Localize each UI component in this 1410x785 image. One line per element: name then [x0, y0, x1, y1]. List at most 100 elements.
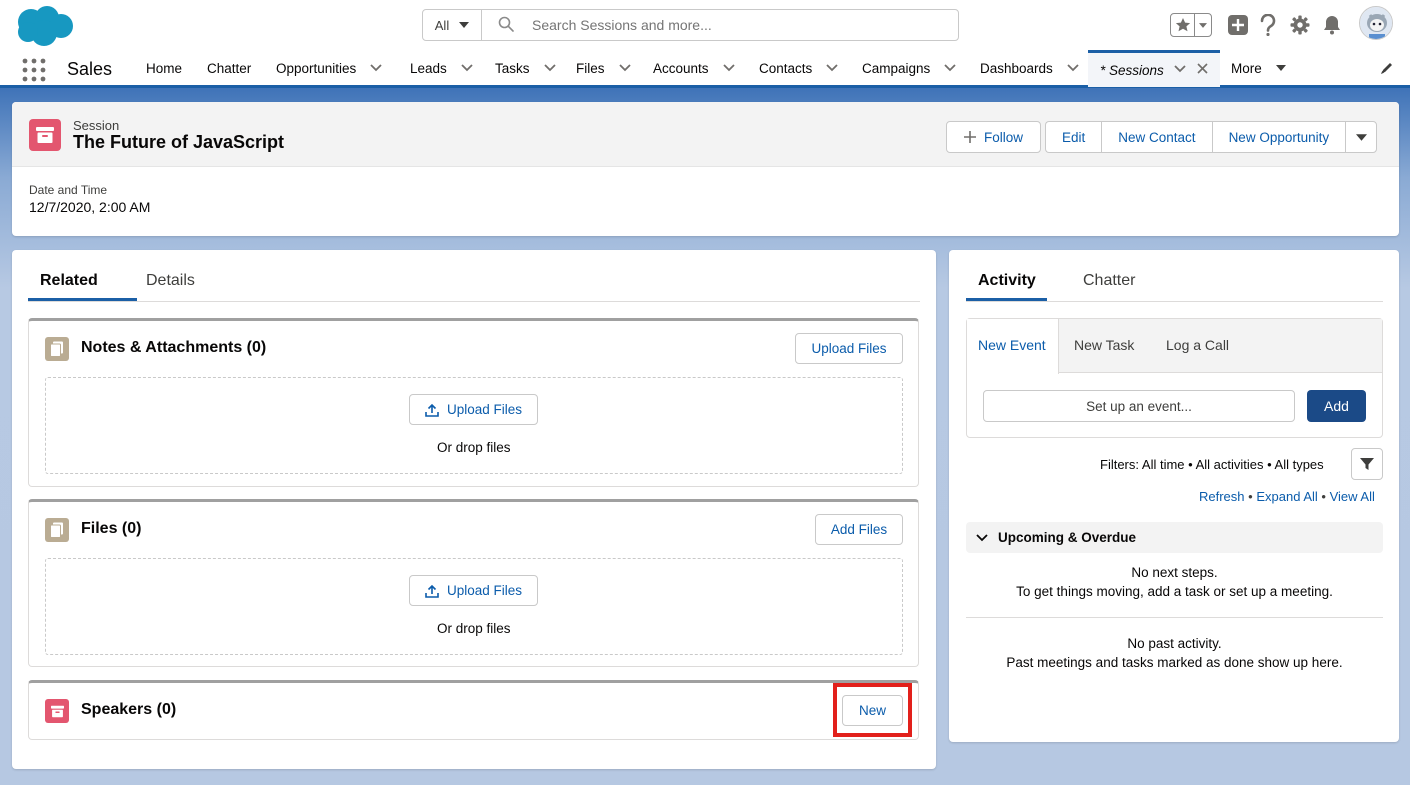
record-actions-group: Edit New Contact New Opportunity [1045, 121, 1378, 153]
no-next-steps-hint: To get things moving, add a task or set … [1016, 584, 1333, 599]
nav-item-tasks[interactable]: Tasks [495, 50, 556, 86]
chevron-down-icon[interactable] [370, 64, 382, 72]
no-past-activity-hint: Past meetings and tasks marked as done s… [1006, 655, 1343, 670]
chevron-down-icon [976, 533, 988, 541]
star-icon[interactable] [1171, 14, 1195, 36]
composer-tab-log-call[interactable]: Log a Call [1166, 337, 1229, 353]
files-title: Files (0) [81, 520, 142, 537]
global-create-icon[interactable] [1226, 13, 1250, 37]
composer-tab-new-event[interactable]: New Event [978, 337, 1046, 353]
event-subject-input[interactable]: Set up an event... [983, 390, 1295, 422]
nav-item-label: Tasks [495, 60, 530, 76]
upload-icon [425, 403, 439, 417]
nav-item-files[interactable]: Files [576, 50, 631, 86]
filter-button[interactable] [1351, 448, 1383, 480]
nav-item-label: Opportunities [276, 60, 357, 76]
search-input[interactable] [482, 10, 958, 40]
nav-item-label: Chatter [207, 60, 252, 76]
nav-item-label: Dashboards [980, 60, 1053, 76]
notes-icon [45, 337, 69, 361]
speakers-icon [45, 699, 69, 723]
plus-icon [963, 131, 976, 143]
speakers-title: Speakers (0) [81, 701, 177, 718]
activity-divider [966, 617, 1383, 618]
new-contact-button[interactable]: New Contact [1101, 121, 1212, 153]
search-icon [498, 16, 514, 32]
upcoming-overdue-section[interactable]: Upcoming & Overdue [966, 522, 1383, 553]
new-opportunity-button[interactable]: New Opportunity [1211, 121, 1346, 153]
nav-item-label: Campaigns [862, 60, 931, 76]
follow-label: Follow [983, 129, 1023, 145]
activity-links: Refresh • Expand All • View All [1199, 489, 1375, 504]
date-time-value: 12/7/2020, 2:00 AM [29, 199, 151, 215]
no-past-activity-text: No past activity. [1127, 636, 1222, 651]
chevron-down-icon[interactable] [1174, 65, 1186, 73]
upload-files-button[interactable]: Upload Files [409, 575, 538, 606]
nav-item-label: Files [576, 60, 605, 76]
drop-files-text: Or drop files [437, 440, 511, 455]
chevron-down-icon[interactable] [722, 64, 735, 72]
chevron-down-icon[interactable] [944, 64, 956, 72]
help-icon[interactable] [1256, 13, 1280, 37]
edit-button[interactable]: Edit [1045, 121, 1102, 153]
link-separator: • [1321, 489, 1330, 504]
setup-gear-icon[interactable] [1288, 13, 1312, 37]
tab-activity[interactable]: Activity [978, 272, 1036, 290]
user-avatar[interactable] [1359, 6, 1393, 40]
close-tab-icon[interactable] [1197, 63, 1208, 74]
nav-item-dashboards[interactable]: Dashboards [980, 50, 1079, 86]
refresh-link[interactable]: Refresh [1199, 489, 1245, 504]
tabs-divider [966, 301, 1383, 302]
nav-item-contacts[interactable]: Contacts [759, 50, 838, 86]
salesforce-logo[interactable] [14, 5, 74, 47]
notifications-bell-icon[interactable] [1320, 13, 1344, 37]
notes-dropzone[interactable] [45, 377, 903, 474]
chevron-down-icon[interactable] [1067, 64, 1079, 72]
date-time-label: Date and Time [29, 183, 108, 197]
chevron-down-icon[interactable] [461, 64, 473, 72]
follow-button[interactable]: Follow [946, 121, 1041, 153]
nav-item-leads[interactable]: Leads [410, 50, 473, 86]
files-dropzone[interactable] [45, 558, 903, 655]
edit-nav-pencil-icon[interactable] [1380, 61, 1394, 75]
nav-item-label: Contacts [759, 60, 813, 76]
upload-icon [425, 584, 439, 598]
activity-filters-text: Filters: All time • All activities • All… [1100, 457, 1324, 472]
more-actions-button[interactable] [1345, 121, 1378, 153]
favorites-button-group[interactable] [1170, 13, 1212, 37]
view-all-link[interactable]: View All [1330, 489, 1375, 504]
nav-item-accounts[interactable]: Accounts [653, 50, 735, 86]
favorites-caret-icon[interactable] [1195, 14, 1211, 36]
nav-item-label: Home [146, 60, 183, 76]
nav-more[interactable]: More [1231, 50, 1286, 86]
chevron-down-icon[interactable] [826, 64, 838, 72]
app-name: Sales [67, 59, 113, 79]
session-object-icon [29, 119, 61, 151]
upload-files-button[interactable]: Upload Files [409, 394, 538, 425]
upload-files-label: Upload Files [446, 583, 523, 598]
caret-down-icon [1355, 133, 1367, 141]
files-icon [45, 518, 69, 542]
composer-tab-new-task[interactable]: New Task [1074, 337, 1134, 353]
nav-item-label: * Sessions [1100, 62, 1164, 78]
highlight-annotation-box [833, 683, 912, 737]
tab-related[interactable]: Related [40, 272, 98, 290]
nav-item-opportunities[interactable]: Opportunities [276, 50, 382, 86]
expand-all-link[interactable]: Expand All [1256, 489, 1317, 504]
search-scope-select[interactable]: All [423, 10, 482, 40]
upload-files-header-button[interactable]: Upload Files [795, 333, 903, 364]
tab-chatter[interactable]: Chatter [1083, 272, 1135, 290]
add-event-button[interactable]: Add [1307, 390, 1366, 422]
chevron-down-icon[interactable] [543, 64, 556, 72]
upload-files-label: Upload Files [446, 402, 523, 417]
filter-icon [1360, 458, 1374, 470]
add-files-button[interactable]: Add Files [815, 514, 903, 545]
nav-item-campaigns[interactable]: Campaigns [862, 50, 956, 86]
nav-item-chatter[interactable]: Chatter [207, 50, 251, 86]
tab-details[interactable]: Details [146, 272, 195, 290]
app-launcher-icon[interactable] [22, 58, 46, 82]
nav-item-home[interactable]: Home [146, 50, 182, 86]
nav-more-label: More [1231, 60, 1262, 76]
notes-title: Notes & Attachments (0) [81, 339, 267, 356]
chevron-down-icon[interactable] [618, 64, 631, 72]
